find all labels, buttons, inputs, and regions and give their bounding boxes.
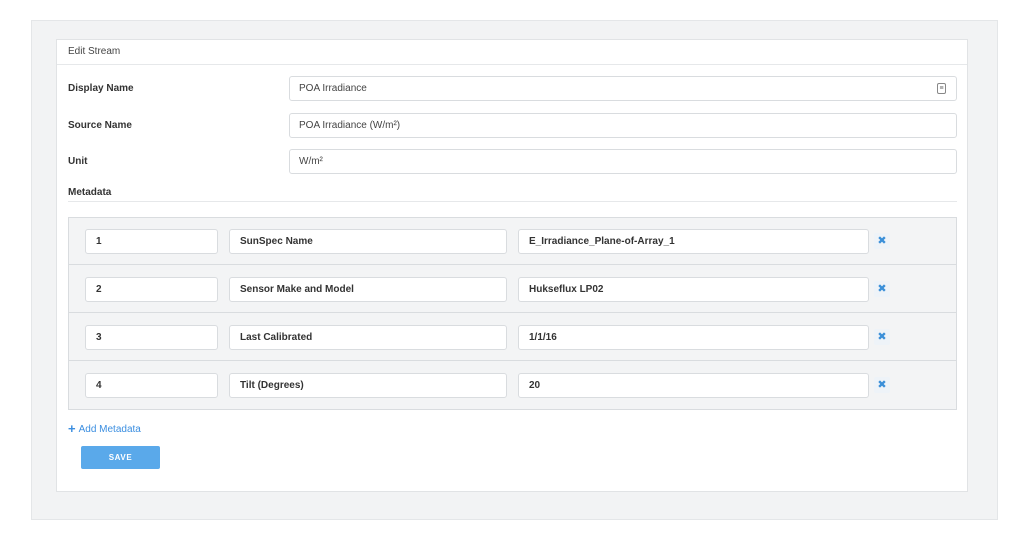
display-name-value: POA Irradiance (299, 83, 367, 94)
metadata-row: 4 Tilt (Degrees) 20 ✖ (69, 362, 956, 409)
metadata-value-input[interactable]: Hukseflux LP02 (518, 277, 869, 302)
source-name-label: Source Name (68, 120, 132, 131)
metadata-value-input[interactable]: E_Irradiance_Plane-of-Array_1 (518, 229, 869, 254)
remove-icon[interactable]: ✖ (874, 281, 890, 297)
save-button[interactable]: SAVE (81, 446, 160, 469)
metadata-key-input[interactable]: Sensor Make and Model (229, 277, 507, 302)
remove-icon[interactable]: ✖ (874, 377, 890, 393)
display-name-label: Display Name (68, 83, 134, 94)
unit-label: Unit (68, 156, 88, 167)
metadata-list: 1 SunSpec Name E_Irradiance_Plane-of-Arr… (68, 217, 957, 410)
unit-value: W/m² (299, 156, 323, 167)
plus-icon: + (68, 421, 76, 436)
metadata-key-input[interactable]: Last Calibrated (229, 325, 507, 350)
remove-icon[interactable]: ✖ (874, 329, 890, 345)
source-name-input[interactable]: POA Irradiance (W/m²) (289, 113, 957, 138)
remove-icon[interactable]: ✖ (874, 233, 890, 249)
display-name-input[interactable]: POA Irradiance ≡ (289, 76, 957, 101)
edit-stream-panel: Edit Stream Display Name POA Irradiance … (56, 39, 968, 492)
add-metadata-link[interactable]: + Add Metadata (68, 421, 141, 436)
metadata-value-input[interactable]: 1/1/16 (518, 325, 869, 350)
metadata-divider (68, 201, 957, 202)
metadata-index-input[interactable]: 2 (85, 277, 218, 302)
metadata-row: 3 Last Calibrated 1/1/16 ✖ (69, 314, 956, 361)
metadata-key-input[interactable]: Tilt (Degrees) (229, 373, 507, 398)
metadata-index-input[interactable]: 3 (85, 325, 218, 350)
id-card-icon[interactable]: ≡ (937, 83, 946, 94)
metadata-key-input[interactable]: SunSpec Name (229, 229, 507, 254)
metadata-index-input[interactable]: 4 (85, 373, 218, 398)
metadata-index-input[interactable]: 1 (85, 229, 218, 254)
metadata-row: 1 SunSpec Name E_Irradiance_Plane-of-Arr… (69, 218, 956, 265)
unit-input[interactable]: W/m² (289, 149, 957, 174)
source-name-value: POA Irradiance (W/m²) (299, 120, 401, 131)
metadata-value-input[interactable]: 20 (518, 373, 869, 398)
add-metadata-label: Add Metadata (78, 424, 141, 435)
metadata-row: 2 Sensor Make and Model Hukseflux LP02 ✖ (69, 266, 956, 313)
metadata-label: Metadata (68, 187, 112, 198)
panel-title: Edit Stream (57, 40, 967, 65)
